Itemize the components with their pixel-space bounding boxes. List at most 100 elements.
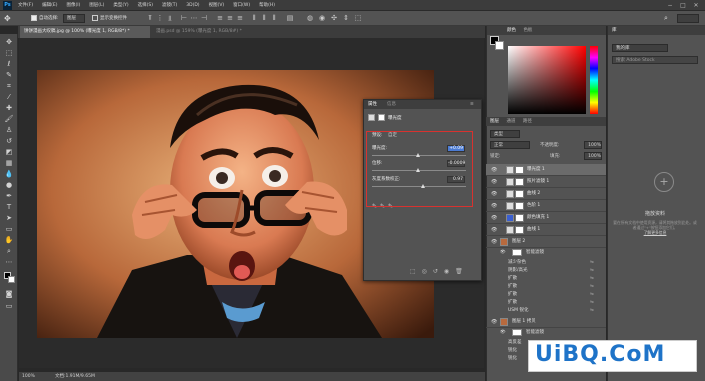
menu-edit[interactable]: 编辑(E)	[42, 0, 57, 11]
filter-mask-thumbnail[interactable]	[512, 249, 522, 256]
align-left-icon[interactable]: ⊢	[180, 14, 188, 23]
mask-thumbnail[interactable]	[515, 202, 524, 210]
quick-mask-icon[interactable]: ◙	[4, 290, 14, 299]
auto-select-dropdown[interactable]: 图层	[63, 14, 85, 23]
eyedropper-icon[interactable]: ⁄	[4, 93, 14, 102]
tab-paths[interactable]: 路径	[523, 119, 532, 124]
mask-thumbnail[interactable]	[515, 190, 524, 198]
quick-select-icon[interactable]: ✎	[4, 71, 14, 80]
visibility-eye-icon[interactable]: 👁	[500, 249, 506, 257]
tab-active-document[interactable]: 饼饼漫画大叹稿.jpg @ 100% (曝光度 1, RGB/8*) *	[20, 26, 150, 38]
align-top-icon[interactable]: ⫪	[146, 14, 154, 23]
align-bottom-icon[interactable]: ⫫	[166, 14, 174, 23]
3d-pan-icon[interactable]: ✣	[330, 14, 338, 23]
learn-more-link[interactable]: 了解更多信息	[644, 230, 667, 235]
3d-scale-icon[interactable]: ⬚	[354, 14, 362, 23]
brush-tool-icon[interactable]: 🖌	[4, 115, 14, 124]
mask-thumbnail[interactable]	[515, 178, 524, 186]
filter-row[interactable]: 扩散 ⇋	[486, 283, 606, 291]
visibility-eye-icon[interactable]: 👁	[491, 316, 497, 328]
blend-mode-dropdown[interactable]: 正常	[490, 141, 530, 149]
color-spectrum[interactable]	[508, 46, 586, 114]
distribute-left-icon[interactable]: ⦀	[250, 14, 258, 23]
more-tools-icon[interactable]: ⋯	[4, 258, 14, 267]
tab-info[interactable]: 信息	[387, 100, 396, 109]
hue-slider[interactable]	[590, 46, 598, 114]
visibility-eye-icon[interactable]: 👁	[491, 164, 497, 176]
lasso-tool-icon[interactable]: ℓ	[4, 60, 14, 69]
gamma-value-field[interactable]: 0.97	[447, 176, 465, 183]
filter-row[interactable]: 扩散 ⇋	[486, 299, 606, 307]
layer-row[interactable]: 👁 曲线 2	[486, 188, 606, 200]
tab-channels[interactable]: 通道	[506, 119, 515, 124]
layer-filter-dropdown[interactable]: 类型	[490, 130, 520, 138]
auto-align-icon[interactable]: ▤	[286, 14, 294, 23]
clone-stamp-icon[interactable]: ♙	[4, 126, 14, 135]
opacity-field[interactable]: 100%	[584, 141, 602, 149]
filter-options-icon[interactable]: ⇋	[590, 267, 594, 275]
distribute-top-icon[interactable]: ≡	[216, 14, 224, 23]
zoom-tool-icon[interactable]: ⌕	[4, 247, 14, 256]
library-select[interactable]: 我的库	[612, 44, 668, 52]
smart-filter-row[interactable]: 👁 智能滤镜	[486, 249, 606, 257]
filter-options-icon[interactable]: ⇋	[590, 299, 594, 307]
crop-tool-icon[interactable]: ⌗	[4, 82, 14, 91]
panel-menu-icon[interactable]: ≡	[470, 100, 474, 109]
3d-roll-icon[interactable]: ◉	[318, 14, 326, 23]
filter-row[interactable]: 扩散 ⇋	[486, 275, 606, 283]
workspace-dropdown[interactable]	[677, 14, 699, 23]
gamma-slider-track[interactable]	[372, 186, 466, 187]
eraser-tool-icon[interactable]: ◩	[4, 148, 14, 157]
type-tool-icon[interactable]: T	[4, 203, 14, 212]
filter-options-icon[interactable]: ⇋	[590, 307, 594, 315]
visibility-eye-icon[interactable]: 👁	[491, 212, 497, 224]
add-asset-button[interactable]: +	[654, 172, 674, 192]
3d-orbit-icon[interactable]: ◍	[306, 14, 314, 23]
filter-mask-thumbnail[interactable]	[512, 329, 522, 336]
maximize-button[interactable]: □	[677, 1, 689, 10]
menu-image[interactable]: 图像(I)	[66, 0, 80, 11]
close-button[interactable]: ✕	[690, 1, 702, 10]
healing-brush-icon[interactable]: ✚	[4, 104, 14, 113]
show-transform-checkbox[interactable]	[92, 15, 98, 21]
mask-thumbnail[interactable]	[515, 226, 524, 234]
visibility-eye-icon[interactable]: 👁	[491, 176, 497, 188]
menu-type[interactable]: 类型(Y)	[113, 0, 128, 11]
align-center-icon[interactable]: ⋯	[190, 14, 198, 23]
search-icon[interactable]: ⌕	[664, 14, 668, 23]
menu-view[interactable]: 视图(V)	[209, 0, 225, 11]
menu-3d[interactable]: 3D(D)	[186, 0, 199, 11]
distribute-middle-icon[interactable]: ≡	[226, 14, 234, 23]
distribute-right-icon[interactable]: ⦀	[270, 14, 278, 23]
history-brush-icon[interactable]: ↺	[4, 137, 14, 146]
background-color-swatch[interactable]	[8, 276, 15, 283]
blur-tool-icon[interactable]: 💧	[4, 170, 14, 179]
tab-swatches[interactable]: 色板	[523, 28, 532, 33]
filter-options-icon[interactable]: ⇋	[590, 283, 594, 291]
visibility-eye-icon[interactable]: 👁	[491, 200, 497, 212]
exposure-value-field[interactable]: +0.09	[447, 145, 465, 152]
zoom-level[interactable]: 100%	[22, 372, 35, 381]
filter-row[interactable]: USM 锐化 ⇋	[486, 307, 606, 315]
layer-row[interactable]: 👁 曝光度 1	[486, 164, 606, 176]
menu-window[interactable]: 窗口(W)	[233, 0, 250, 11]
filter-options-icon[interactable]: ⇋	[590, 275, 594, 283]
properties-footer-icons[interactable]: ⬚◎↺◉🗑	[410, 268, 469, 275]
dodge-tool-icon[interactable]: ●	[4, 181, 14, 190]
tab-properties[interactable]: 属性	[368, 100, 377, 109]
visibility-eye-icon[interactable]: 👁	[491, 224, 497, 236]
exposure-slider-handle[interactable]	[416, 153, 420, 157]
preset-dropdown[interactable]: 自定	[388, 133, 397, 138]
tab-layers[interactable]: 图层	[490, 119, 499, 124]
menu-select[interactable]: 选择(S)	[138, 0, 153, 11]
gradient-tool-icon[interactable]: ▦	[4, 159, 14, 168]
layer-row[interactable]: 👁 色阶 1	[486, 200, 606, 212]
tab-inactive-document[interactable]: 漫画.psd @ 159% (曝光度 1, RGB/8#) *	[152, 26, 282, 38]
layer-group-row[interactable]: 👁 图层 1 拷贝	[486, 316, 606, 328]
shape-tool-icon[interactable]: ▭	[4, 225, 14, 234]
fill-field[interactable]: 100%	[584, 152, 602, 160]
move-tool-icon[interactable]: ✥	[4, 14, 15, 23]
gamma-slider-handle[interactable]	[421, 184, 425, 188]
filter-row[interactable]: 扩散 ⇋	[486, 291, 606, 299]
hand-tool-icon[interactable]: ✋	[4, 236, 14, 245]
